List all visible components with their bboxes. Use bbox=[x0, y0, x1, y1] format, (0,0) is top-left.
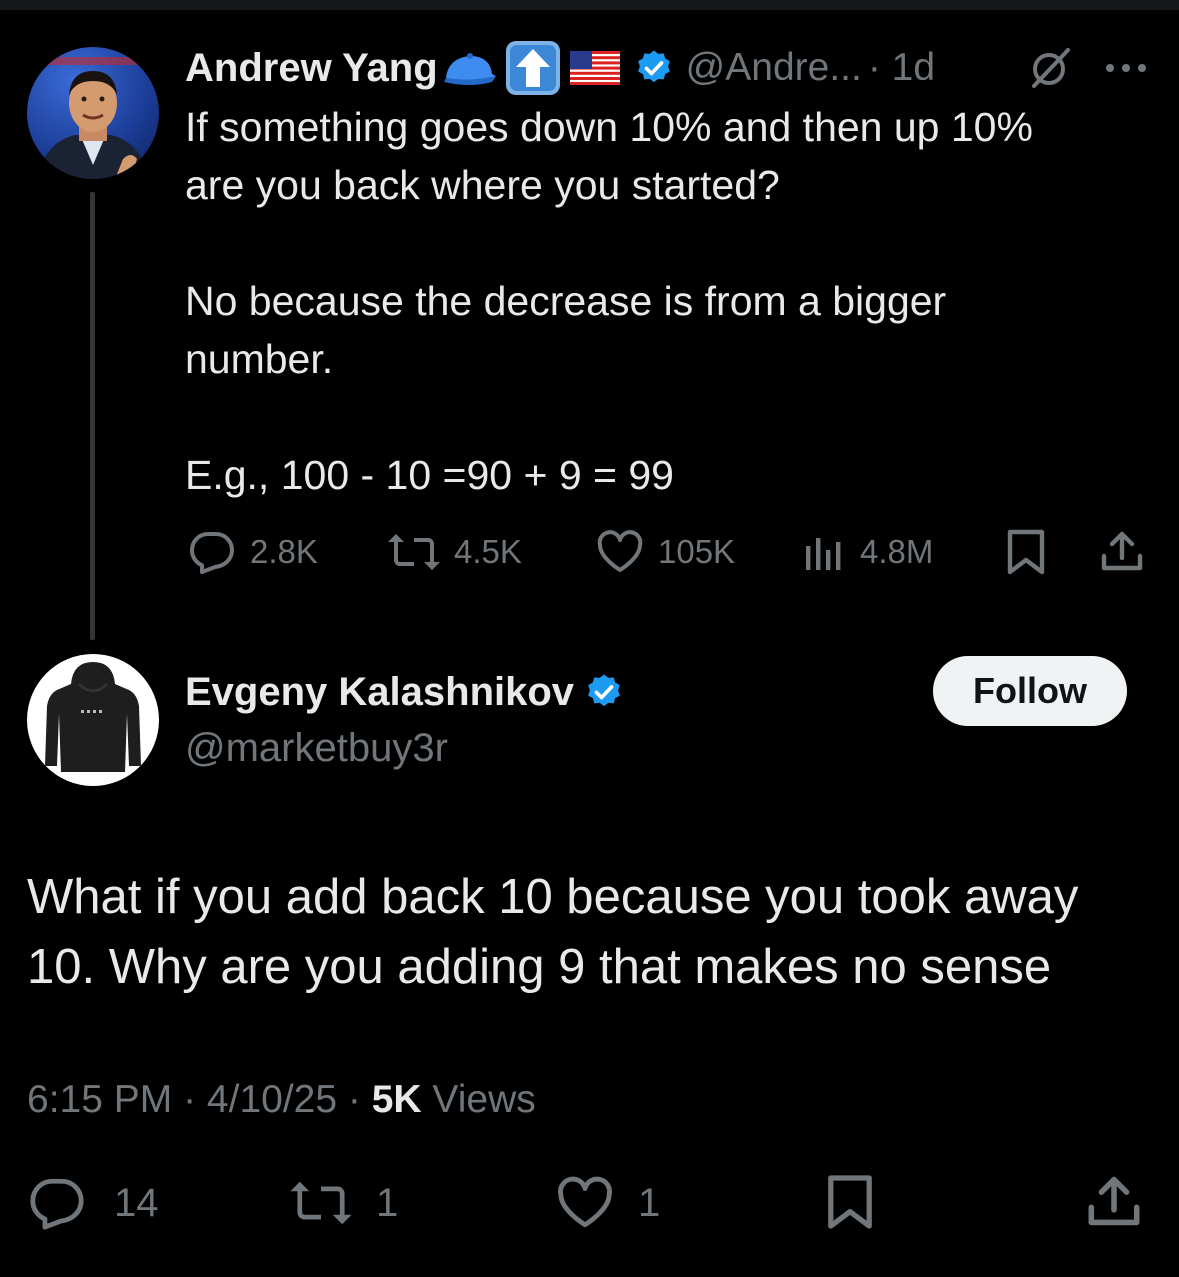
reply-button[interactable]: 2.8K bbox=[188, 530, 318, 574]
reply-button[interactable]: 14 bbox=[28, 1176, 159, 1230]
avatar-photo bbox=[27, 57, 159, 179]
reply-header: Evgeny Kalashnikov bbox=[185, 666, 624, 718]
us-flag-icon bbox=[569, 51, 620, 85]
reply-count: 2.8K bbox=[250, 533, 318, 570]
bookmark-button[interactable] bbox=[1006, 528, 1046, 576]
hoodie-avatar-image bbox=[45, 662, 141, 772]
reply-icon bbox=[190, 532, 234, 574]
author-handle[interactable]: @Andre... bbox=[686, 46, 862, 90]
post-metadata: 6:15 PM · 4/10/25 · 5K Views bbox=[27, 1078, 536, 1121]
follow-button[interactable]: Follow bbox=[933, 656, 1127, 726]
views-button[interactable]: 4.8M bbox=[802, 530, 933, 574]
views-count: 4.8M bbox=[860, 533, 934, 570]
reply-tweet-text: What if you add back 10 because you took… bbox=[27, 870, 1079, 994]
repost-button[interactable]: 1 bbox=[288, 1176, 398, 1230]
parent-header: Andrew Yang @Andre... · 1d bbox=[185, 39, 935, 97]
heart-icon bbox=[597, 530, 643, 572]
thread-connector-line bbox=[90, 192, 95, 640]
parent-tweet-text: If something goes down 10% and then up 1… bbox=[185, 104, 1033, 498]
like-count: 105K bbox=[658, 533, 736, 570]
share-button[interactable] bbox=[1100, 528, 1144, 574]
bookmark-icon bbox=[1007, 529, 1045, 575]
verified-badge-icon bbox=[634, 48, 674, 88]
reply-icon bbox=[30, 1178, 84, 1230]
avatar[interactable] bbox=[27, 47, 159, 179]
share-icon bbox=[1101, 531, 1143, 571]
top-edge-bar bbox=[0, 0, 1179, 10]
repost-icon bbox=[388, 534, 440, 570]
blue-cap-icon bbox=[440, 48, 498, 88]
bookmark-icon bbox=[828, 1175, 872, 1229]
author-name[interactable]: Andrew Yang bbox=[185, 46, 438, 91]
avatar[interactable] bbox=[27, 654, 159, 786]
repost-icon bbox=[290, 1181, 352, 1225]
views-label: Views bbox=[432, 1078, 536, 1121]
share-icon bbox=[1088, 1176, 1140, 1226]
author-name[interactable]: Evgeny Kalashnikov bbox=[185, 670, 574, 715]
author-handle[interactable]: @marketbuy3r bbox=[185, 724, 448, 772]
repost-button[interactable]: 4.5K bbox=[386, 530, 522, 574]
like-button[interactable]: 105K bbox=[596, 530, 735, 574]
more-options-icon[interactable] bbox=[1104, 58, 1148, 78]
heart-icon bbox=[558, 1176, 612, 1228]
up-arrow-icon bbox=[504, 39, 562, 97]
verified-badge-icon bbox=[584, 672, 624, 712]
bookmark-button[interactable] bbox=[826, 1172, 874, 1232]
grok-icon[interactable] bbox=[1028, 46, 1072, 90]
share-button[interactable] bbox=[1086, 1172, 1142, 1230]
post-time[interactable]: 6:15 PM bbox=[27, 1078, 172, 1121]
views-count: 5K bbox=[371, 1078, 422, 1121]
post-date[interactable]: 4/10/25 bbox=[207, 1078, 337, 1121]
post-time[interactable]: · 1d bbox=[868, 46, 935, 90]
views-chart-icon bbox=[806, 538, 841, 570]
like-button[interactable]: 1 bbox=[556, 1176, 660, 1230]
like-count: 1 bbox=[638, 1180, 661, 1225]
repost-count: 1 bbox=[376, 1180, 399, 1225]
reply-count: 14 bbox=[114, 1180, 159, 1225]
repost-count: 4.5K bbox=[454, 533, 522, 570]
